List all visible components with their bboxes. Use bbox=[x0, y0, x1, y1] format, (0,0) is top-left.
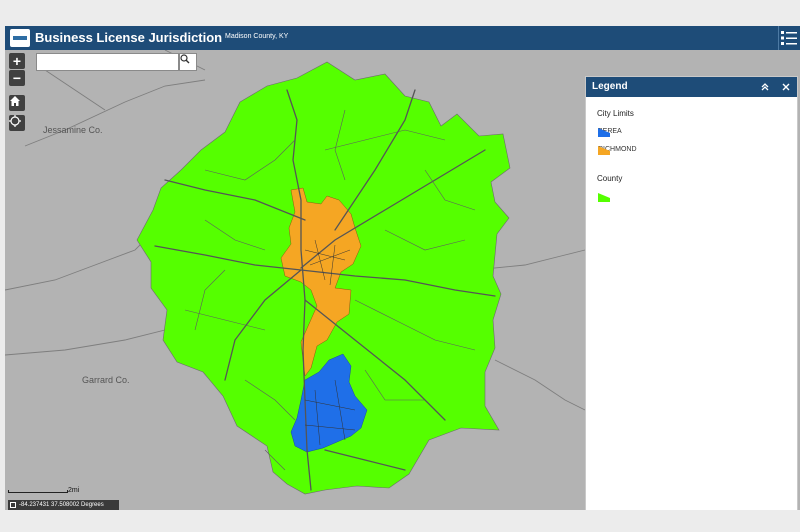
zoom-out-icon: − bbox=[12, 70, 22, 86]
legend-item-berea: BEREA bbox=[598, 128, 622, 137]
search-icon bbox=[180, 54, 190, 64]
legend-header: Legend bbox=[586, 77, 797, 97]
close-icon[interactable] bbox=[780, 81, 792, 93]
home-button[interactable] bbox=[9, 95, 25, 111]
map-view[interactable]: Jessamine Co. Garrard Co. + − 2mi -84.23… bbox=[5, 50, 800, 510]
legend-title: Legend bbox=[592, 81, 628, 92]
county-label-garrard: Garrard Co. bbox=[82, 375, 130, 385]
layer-list-icon[interactable] bbox=[780, 29, 798, 47]
app-title: Business License Jurisdiction bbox=[35, 30, 223, 45]
logo-icon bbox=[10, 29, 30, 47]
richmond-swatch bbox=[598, 146, 610, 155]
berea-swatch bbox=[598, 128, 610, 137]
locate-icon bbox=[9, 115, 21, 127]
app-header: Business License Jurisdiction Madison Co… bbox=[5, 26, 800, 50]
home-icon bbox=[10, 96, 20, 106]
coordinate-icon[interactable] bbox=[10, 502, 16, 508]
collapse-icon[interactable] bbox=[759, 81, 771, 93]
coordinate-readout: -84.237431 37.508002 Degrees bbox=[8, 500, 119, 510]
app-window: Business License Jurisdiction Madison Co… bbox=[5, 26, 800, 510]
scale-label: 2mi bbox=[68, 487, 80, 494]
zoom-out-button[interactable]: − bbox=[9, 70, 25, 86]
legend-group-county: County bbox=[597, 174, 623, 183]
zoom-in-icon: + bbox=[12, 53, 22, 69]
scale-bar: 2mi bbox=[8, 487, 82, 499]
search-button[interactable] bbox=[179, 53, 197, 71]
zoom-in-button[interactable]: + bbox=[9, 53, 25, 69]
locate-button[interactable] bbox=[9, 115, 25, 131]
county-swatch bbox=[598, 193, 610, 202]
search-input[interactable] bbox=[36, 53, 179, 71]
coordinate-text: -84.237431 37.508002 Degrees bbox=[19, 502, 104, 508]
county-label-jessamine: Jessamine Co. bbox=[43, 125, 103, 135]
legend-group-city-limits: City Limits bbox=[597, 109, 634, 118]
app-subtitle: Madison County, KY bbox=[225, 33, 289, 40]
header-divider bbox=[778, 26, 779, 50]
legend-item-richmond: RICHMOND bbox=[598, 146, 637, 155]
legend-panel: Legend City Limits BEREA RICHMOND County bbox=[585, 76, 798, 510]
scale-line bbox=[8, 490, 68, 493]
